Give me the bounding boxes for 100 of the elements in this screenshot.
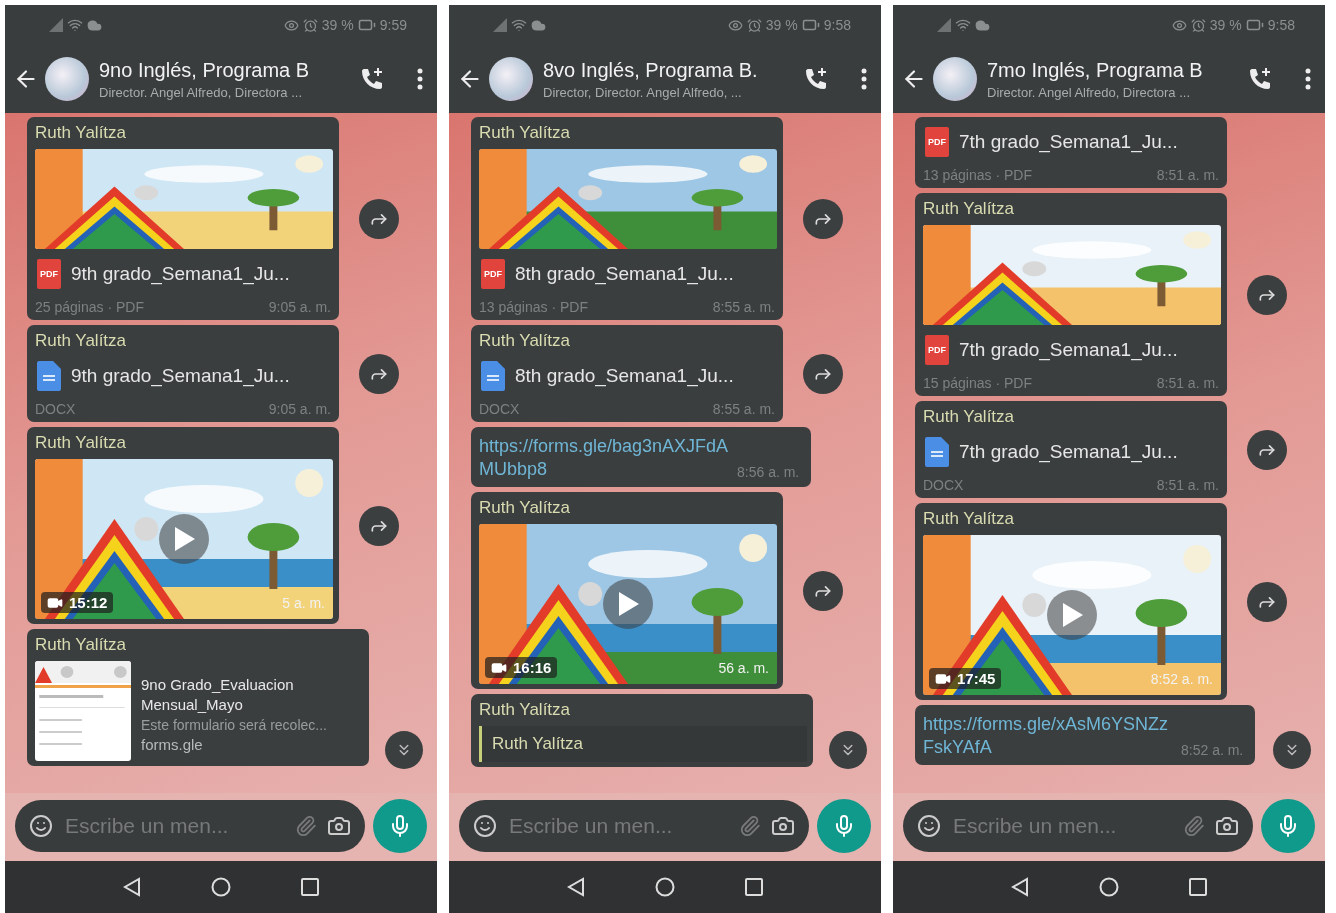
forward-button[interactable] — [1247, 581, 1287, 622]
message-time: 8:51 a. m. — [1156, 167, 1219, 183]
message-input[interactable]: Escribe un men... — [507, 813, 729, 839]
attach-icon[interactable] — [739, 815, 761, 837]
video-duration: 15:12 — [69, 594, 108, 611]
scroll-down-button[interactable] — [385, 731, 423, 769]
recents-nav-icon[interactable] — [301, 878, 319, 896]
message-link[interactable]: https://forms.gle/bag3nAXJFdAMUbbp8 — [479, 435, 729, 480]
add-call-button[interactable] — [359, 66, 385, 92]
battery-percent: 39 % — [321, 17, 354, 33]
message-field[interactable]: Escribe un men... — [903, 800, 1253, 852]
play-icon[interactable] — [159, 514, 209, 564]
camera-icon[interactable] — [327, 814, 351, 838]
forward-button[interactable] — [359, 353, 399, 394]
recents-nav-icon[interactable] — [745, 878, 763, 896]
sender-name: Ruth Yalítza — [35, 123, 128, 143]
forward-button[interactable] — [803, 353, 843, 394]
sender-name: Ruth Yalítza — [35, 635, 128, 655]
recents-nav-icon[interactable] — [1189, 878, 1207, 896]
back-nav-icon[interactable] — [567, 877, 585, 897]
forward-button[interactable] — [1247, 429, 1287, 470]
wifi-icon — [511, 17, 527, 33]
document-file-icon — [925, 437, 949, 467]
mic-button[interactable] — [817, 799, 871, 853]
attach-icon[interactable] — [1183, 815, 1205, 837]
pdf-file-icon: PDF — [925, 127, 949, 157]
chat-title[interactable]: 8vo Inglés, Programa B. — [543, 58, 797, 82]
back-nav-icon[interactable] — [1011, 877, 1029, 897]
scroll-down-button[interactable] — [829, 731, 867, 769]
home-nav-icon[interactable] — [1099, 877, 1119, 897]
file-name[interactable]: 7th grado_Semana1_Ju... — [959, 441, 1178, 463]
attach-icon[interactable] — [295, 815, 317, 837]
chat-members: Director, Director. Angel Alfredo, ... — [543, 84, 743, 100]
camera-icon[interactable] — [771, 814, 795, 838]
forward-button[interactable] — [1247, 274, 1287, 315]
add-call-button[interactable] — [1247, 66, 1273, 92]
sender-name: Ruth Yalítza — [479, 498, 572, 518]
message-time: 8:51 a. m. — [1156, 375, 1219, 391]
sender-name: Ruth Yalítza — [35, 331, 128, 351]
back-nav-icon[interactable] — [123, 877, 141, 897]
file-name[interactable]: 8th grado_Semana1_Ju... — [515, 263, 734, 285]
avatar[interactable] — [489, 57, 533, 101]
pdf-file-icon: PDF — [925, 335, 949, 365]
mic-button[interactable] — [1261, 799, 1315, 853]
add-call-icon — [1247, 66, 1273, 92]
file-name[interactable]: 7th grado_Semana1_Ju... — [959, 339, 1178, 361]
emoji-icon[interactable] — [29, 814, 53, 838]
file-name[interactable]: 8th grado_Semana1_Ju... — [515, 365, 734, 387]
signal-icon — [493, 18, 507, 32]
menu-button[interactable] — [861, 68, 867, 90]
battery-percent: 39 % — [765, 17, 798, 33]
cloud-icon — [531, 17, 546, 33]
file-name[interactable]: 9th grado_Semana1_Ju... — [71, 263, 290, 285]
message-link[interactable]: https://forms.gle/xAsM6YSNZzFskYAfA — [923, 713, 1173, 758]
video-duration: 16:16 — [513, 659, 552, 676]
file-meta: DOCX — [479, 401, 520, 417]
message-time: 8:51 a. m. — [1156, 477, 1219, 493]
scroll-down-button[interactable] — [1273, 731, 1311, 769]
video-duration: 17:45 — [957, 670, 996, 687]
play-icon[interactable] — [1047, 590, 1097, 640]
forward-button[interactable] — [803, 570, 843, 611]
chat-members: Director. Angel Alfredo, Directora ... — [987, 84, 1192, 100]
forward-button[interactable] — [359, 198, 399, 239]
file-name[interactable]: 7th grado_Semana1_Ju... — [959, 131, 1178, 153]
message-time: 8:52 a. m. — [1181, 742, 1244, 758]
menu-icon — [1305, 68, 1311, 90]
camera-icon[interactable] — [1215, 814, 1239, 838]
chat-title[interactable]: 7mo Inglés, Programa B — [987, 58, 1241, 82]
signal-icon — [49, 18, 63, 32]
message-time: 9:05 a. m. — [268, 299, 331, 315]
message-input[interactable]: Escribe un men... — [951, 813, 1173, 839]
message-field[interactable]: Escribe un men... — [459, 800, 809, 852]
mic-button[interactable] — [373, 799, 427, 853]
avatar[interactable] — [45, 57, 89, 101]
message-input[interactable]: Escribe un men... — [63, 813, 285, 839]
file-name[interactable]: 9th grado_Semana1_Ju... — [71, 365, 290, 387]
chat-title[interactable]: 9no Inglés, Programa B — [99, 58, 353, 82]
menu-button[interactable] — [417, 68, 423, 90]
file-meta: DOCX — [923, 477, 964, 493]
add-call-icon — [803, 66, 829, 92]
message-time: 8:52 a. m. — [1150, 671, 1213, 687]
file-meta: 25 páginas · PDF — [35, 299, 144, 315]
message-time: 56 a. m. — [718, 660, 769, 676]
sender-name: Ruth Yalítza — [479, 700, 572, 720]
play-icon[interactable] — [603, 579, 653, 629]
file-meta: 13 páginas · PDF — [479, 299, 588, 315]
menu-button[interactable] — [1305, 68, 1311, 90]
avatar[interactable] — [933, 57, 977, 101]
forward-button[interactable] — [803, 198, 843, 239]
wifi-icon — [67, 17, 83, 33]
forward-button[interactable] — [359, 505, 399, 546]
home-nav-icon[interactable] — [211, 877, 231, 897]
battery-percent: 39 % — [1209, 17, 1242, 33]
emoji-icon[interactable] — [917, 814, 941, 838]
add-call-button[interactable] — [803, 66, 829, 92]
wifi-icon — [955, 17, 971, 33]
chat-members: Director. Angel Alfredo, Directora ... — [99, 84, 304, 100]
message-field[interactable]: Escribe un men... — [15, 800, 365, 852]
home-nav-icon[interactable] — [655, 877, 675, 897]
emoji-icon[interactable] — [473, 814, 497, 838]
